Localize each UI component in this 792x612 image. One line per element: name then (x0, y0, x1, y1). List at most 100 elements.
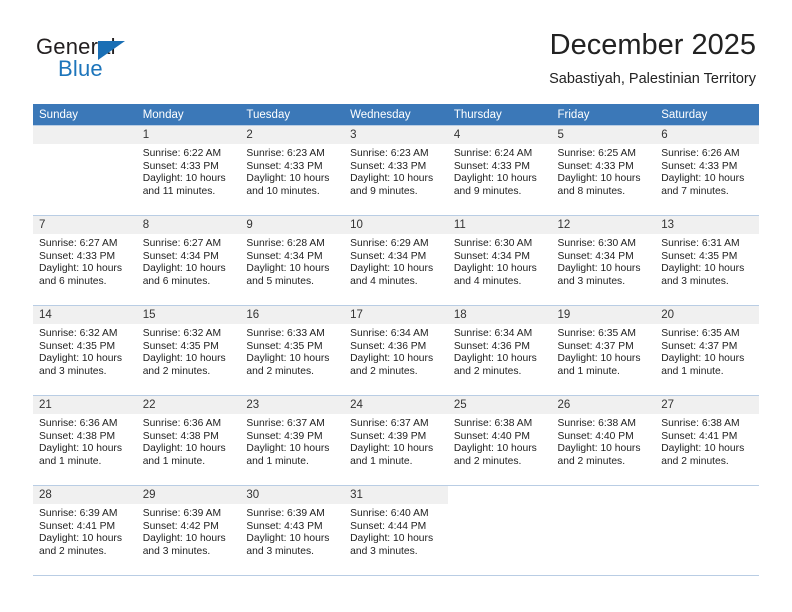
day-detail-sunrise: Sunrise: 6:30 AM (557, 238, 636, 249)
day-cell-inner: 15 Sunrise: 6:32 AM Sunset: 4:35 PM Dayligh… (136, 306, 241, 395)
day-detail-sunrise: Sunrise: 6:33 AM (246, 328, 325, 339)
day-details: Sunrise: 6:37 AM Sunset: 4:39 PM Daylight:… (240, 414, 344, 468)
calendar-day-cell[interactable]: 31 Sunrise: 6:40 AM Sunset: 4:44 PM Dayligh… (344, 485, 448, 576)
day-detail-daylight2: and 2 minutes. (350, 365, 418, 377)
day-number: 30 (240, 486, 345, 504)
day-detail-daylight2: and 2 minutes. (453, 365, 522, 377)
day-cell-inner: 9 Sunrise: 6:28 AM Sunset: 4:34 PM Daylight… (240, 216, 345, 305)
calendar-day-cell[interactable]: 10 Sunrise: 6:29 AM Sunset: 4:34 PM Dayligh… (344, 215, 448, 306)
day-details: Sunrise: 6:34 AM Sunset: 4:36 PM Daylight:… (344, 324, 448, 378)
day-detail-daylight2: and 2 minutes. (246, 365, 314, 377)
calendar-day-cell[interactable]: 5 Sunrise: 6:25 AM Sunset: 4:33 PM Daylight… (551, 125, 656, 216)
calendar-day-cell[interactable]: 1 Sunrise: 6:22 AM Sunset: 4:33 PM Daylight… (136, 125, 241, 216)
calendar-day-cell[interactable]: 8 Sunrise: 6:27 AM Sunset: 4:34 PM Daylight… (136, 215, 241, 306)
page-title: December 2025 (549, 29, 756, 61)
day-cell-inner: 27 Sunrise: 6:38 AM Sunset: 4:41 PM Dayligh… (655, 396, 759, 485)
day-detail-sunset: Sunset: 4:36 PM (350, 340, 427, 352)
day-detail-sunset: Sunset: 4:33 PM (246, 160, 323, 172)
calendar-day-cell[interactable]: 23 Sunrise: 6:37 AM Sunset: 4:39 PM Dayligh… (240, 395, 345, 486)
day-details (655, 504, 759, 508)
day-number: 4 (447, 126, 552, 144)
day-detail-daylight2: and 2 minutes. (142, 365, 211, 377)
day-detail-sunrise: Sunrise: 6:27 AM (39, 238, 118, 249)
calendar-day-cell[interactable]: 26 Sunrise: 6:38 AM Sunset: 4:40 PM Dayligh… (551, 395, 656, 486)
day-detail-sunset: Sunset: 4:39 PM (246, 430, 323, 442)
day-details (448, 504, 552, 508)
calendar-day-cell[interactable]: 20 Sunrise: 6:35 AM Sunset: 4:37 PM Dayligh… (655, 305, 759, 396)
day-details: Sunrise: 6:30 AM Sunset: 4:34 PM Daylight:… (448, 234, 552, 288)
day-number: 29 (136, 486, 241, 504)
day-detail-sunset: Sunset: 4:33 PM (453, 160, 530, 172)
calendar-day-cell[interactable]: 4 Sunrise: 6:24 AM Sunset: 4:33 PM Daylight… (447, 125, 552, 216)
day-detail-sunset: Sunset: 4:35 PM (661, 250, 738, 262)
weekday-header-sunday: Sunday (33, 104, 137, 126)
calendar-day-cell[interactable]: 18 Sunrise: 6:34 AM Sunset: 4:36 PM Dayligh… (447, 305, 552, 396)
day-detail-daylight1: Daylight: 10 hours (350, 533, 434, 545)
calendar-day-cell[interactable]: 7 Sunrise: 6:27 AM Sunset: 4:33 PM Daylight… (33, 215, 137, 306)
day-detail-daylight2: and 11 minutes. (142, 185, 216, 197)
day-cell-inner (551, 486, 656, 575)
day-detail-daylight2: and 1 minute. (142, 455, 206, 467)
calendar-day-cell[interactable]: 11 Sunrise: 6:30 AM Sunset: 4:34 PM Dayligh… (447, 215, 552, 306)
day-details: Sunrise: 6:35 AM Sunset: 4:37 PM Daylight:… (655, 324, 759, 378)
day-details: Sunrise: 6:31 AM Sunset: 4:35 PM Daylight:… (655, 234, 759, 288)
day-number: 14 (33, 306, 137, 324)
day-cell-inner: 7 Sunrise: 6:27 AM Sunset: 4:33 PM Daylight… (33, 216, 137, 305)
day-cell-inner: 8 Sunrise: 6:27 AM Sunset: 4:34 PM Daylight… (136, 216, 241, 305)
day-number: 20 (655, 306, 759, 324)
day-detail-daylight1: Daylight: 10 hours (453, 443, 537, 455)
weekday-header-saturday: Saturday (655, 104, 759, 126)
calendar-day-cell[interactable]: 12 Sunrise: 6:30 AM Sunset: 4:34 PM Dayligh… (551, 215, 656, 306)
calendar-day-cell[interactable]: 24 Sunrise: 6:37 AM Sunset: 4:39 PM Dayligh… (344, 395, 448, 486)
calendar-day-cell[interactable]: 15 Sunrise: 6:32 AM Sunset: 4:35 PM Dayligh… (136, 305, 241, 396)
calendar-day-cell[interactable]: 9 Sunrise: 6:28 AM Sunset: 4:34 PM Daylight… (240, 215, 345, 306)
day-details: Sunrise: 6:35 AM Sunset: 4:37 PM Daylight:… (552, 324, 656, 378)
calendar-day-cell[interactable]: 3 Sunrise: 6:23 AM Sunset: 4:33 PM Daylight… (344, 125, 448, 216)
day-details: Sunrise: 6:34 AM Sunset: 4:36 PM Daylight:… (448, 324, 552, 378)
calendar-day-cell[interactable]: 22 Sunrise: 6:36 AM Sunset: 4:38 PM Dayligh… (136, 395, 241, 486)
day-details: Sunrise: 6:22 AM Sunset: 4:33 PM Daylight:… (137, 144, 241, 198)
day-details: Sunrise: 6:33 AM Sunset: 4:35 PM Daylight:… (240, 324, 344, 378)
day-detail-daylight1: Daylight: 10 hours (39, 533, 122, 545)
calendar-day-cell[interactable]: 6 Sunrise: 6:26 AM Sunset: 4:33 PM Daylight… (655, 125, 759, 216)
calendar-day-cell[interactable]: 19 Sunrise: 6:35 AM Sunset: 4:37 PM Dayligh… (551, 305, 656, 396)
day-detail-sunset: Sunset: 4:41 PM (661, 430, 738, 442)
calendar-grid: Sunday Monday Tuesday Wednesday Thursday… (33, 104, 759, 576)
calendar-day-cell[interactable]: 2 Sunrise: 6:23 AM Sunset: 4:33 PM Daylight… (240, 125, 345, 216)
general-blue-logo[interactable]: General Blue (36, 34, 186, 90)
calendar-day-cell[interactable]: 21 Sunrise: 6:36 AM Sunset: 4:38 PM Dayligh… (33, 395, 137, 486)
day-detail-daylight1: Daylight: 10 hours (142, 263, 226, 275)
calendar-day-cell[interactable]: 27 Sunrise: 6:38 AM Sunset: 4:41 PM Dayligh… (655, 395, 759, 486)
day-detail-daylight1: Daylight: 10 hours (39, 443, 122, 455)
day-detail-sunrise: Sunrise: 6:34 AM (350, 328, 429, 339)
day-number: 23 (240, 396, 345, 414)
calendar-day-cell[interactable]: 16 Sunrise: 6:33 AM Sunset: 4:35 PM Dayligh… (240, 305, 345, 396)
day-cell-inner: 2 Sunrise: 6:23 AM Sunset: 4:33 PM Daylight… (240, 126, 345, 215)
day-detail-daylight1: Daylight: 10 hours (39, 263, 122, 275)
calendar-day-cell[interactable]: 28 Sunrise: 6:39 AM Sunset: 4:41 PM Dayligh… (33, 485, 137, 576)
day-detail-daylight1: Daylight: 10 hours (142, 533, 226, 545)
day-number: 15 (136, 306, 241, 324)
day-cell-inner: 4 Sunrise: 6:24 AM Sunset: 4:33 PM Daylight… (447, 126, 552, 215)
day-detail-sunset: Sunset: 4:44 PM (350, 520, 427, 532)
day-detail-daylight2: and 3 minutes. (557, 275, 626, 287)
day-cell-inner: 11 Sunrise: 6:30 AM Sunset: 4:34 PM Dayligh… (447, 216, 552, 305)
day-detail-daylight2: and 10 minutes. (246, 185, 320, 197)
day-detail-sunset: Sunset: 4:40 PM (557, 430, 634, 442)
calendar-day-cell[interactable]: 17 Sunrise: 6:34 AM Sunset: 4:36 PM Dayligh… (344, 305, 448, 396)
day-detail-sunset: Sunset: 4:35 PM (39, 340, 116, 352)
day-detail-sunrise: Sunrise: 6:28 AM (246, 238, 325, 249)
page-header: General Blue December 2025 Sabastiyah, P… (0, 0, 792, 100)
calendar-empty-cell (655, 485, 759, 576)
day-cell-inner: 3 Sunrise: 6:23 AM Sunset: 4:33 PM Daylight… (344, 126, 448, 215)
calendar-day-cell[interactable]: 25 Sunrise: 6:38 AM Sunset: 4:40 PM Dayligh… (447, 395, 552, 486)
calendar-day-cell[interactable]: 30 Sunrise: 6:39 AM Sunset: 4:43 PM Dayligh… (240, 485, 345, 576)
day-number: 6 (655, 126, 759, 144)
day-details (33, 144, 137, 148)
day-detail-daylight2: and 2 minutes. (661, 455, 729, 467)
day-detail-sunset: Sunset: 4:35 PM (142, 340, 219, 352)
calendar-day-cell[interactable]: 14 Sunrise: 6:32 AM Sunset: 4:35 PM Dayligh… (33, 305, 137, 396)
calendar-day-cell[interactable]: 29 Sunrise: 6:39 AM Sunset: 4:42 PM Dayligh… (136, 485, 241, 576)
calendar-day-cell[interactable]: 13 Sunrise: 6:31 AM Sunset: 4:35 PM Dayligh… (655, 215, 759, 306)
day-detail-daylight2: and 1 minute. (39, 455, 102, 467)
